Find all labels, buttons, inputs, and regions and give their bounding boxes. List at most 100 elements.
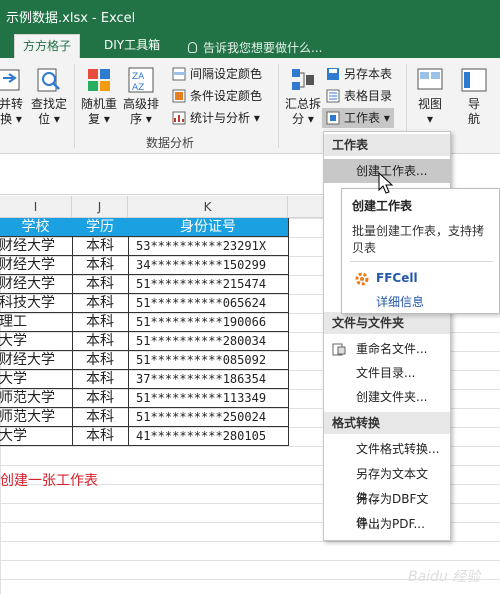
interval-color-button[interactable]: 间隔设定颜色: [172, 64, 262, 84]
column-header-k[interactable]: K: [128, 196, 288, 218]
save-as-book-button[interactable]: 另存本表: [326, 64, 392, 84]
header-id-number[interactable]: 身份证号: [128, 218, 289, 237]
tab-fangfang[interactable]: 方方格子: [14, 34, 81, 58]
cell-degree[interactable]: 本科: [72, 313, 129, 332]
find-locate-button[interactable]: 查找定 位 ▾: [28, 66, 70, 127]
view-icon: [417, 68, 443, 90]
section-worksheet: 工作表: [324, 134, 450, 156]
cell-degree[interactable]: 本科: [72, 408, 129, 427]
export-pdf-item[interactable]: 导出为PDF...: [324, 512, 450, 536]
tell-me-box[interactable]: 告诉我您想要做什么...: [188, 39, 322, 56]
cell-school[interactable]: 财经大学: [0, 275, 73, 294]
worksheet-menu-button[interactable]: 工作表 ▾: [322, 108, 394, 128]
cell-id-number[interactable]: 51**********250024: [128, 408, 289, 427]
random-repeat-label1: 随机重: [80, 97, 117, 111]
header-degree[interactable]: 学历: [72, 218, 129, 237]
cell-degree[interactable]: 本科: [72, 294, 129, 313]
column-header-j[interactable]: J: [72, 196, 128, 218]
cell-school[interactable]: 大学: [0, 427, 73, 446]
navigation-icon: [461, 68, 487, 92]
cell-degree[interactable]: 本科: [72, 237, 129, 256]
tab-diy-toolbox[interactable]: DIY工具箱: [96, 34, 168, 58]
cell-id-number[interactable]: 41**********280105: [128, 427, 289, 446]
rename-file-label: 重命名文件...: [356, 342, 428, 356]
cell-school[interactable]: 财经大学: [0, 351, 73, 370]
mouse-cursor-icon: [378, 172, 394, 194]
tooltip-description: 批量创建工作表，支持拷贝表: [352, 224, 485, 255]
cell-school[interactable]: 理工: [0, 313, 73, 332]
cell-school[interactable]: 大学: [0, 370, 73, 389]
sheet-directory-button[interactable]: 表格目录: [326, 86, 392, 106]
create-folder-item[interactable]: 创建文件夹...: [324, 385, 450, 409]
view-label2: ▾: [426, 112, 434, 126]
save-as-dbf-item[interactable]: 另存为DBF文件...: [324, 487, 450, 530]
cell-degree[interactable]: 本科: [72, 332, 129, 351]
svg-text:AZ: AZ: [132, 83, 144, 93]
save-as-book-label: 另存本表: [344, 67, 393, 81]
find-locate-label1: 查找定: [30, 97, 67, 111]
summarize-split-button[interactable]: 汇总拆 分 ▾: [282, 66, 324, 127]
file-format-convert-item[interactable]: 文件格式转换...: [324, 437, 450, 461]
tell-me-text: 告诉我您想要做什么...: [203, 41, 323, 55]
tooltip-title: 创建工作表: [352, 199, 413, 213]
cell-id-number[interactable]: 51**********113349: [128, 389, 289, 408]
cell-school[interactable]: 大学: [0, 332, 73, 351]
cell-degree[interactable]: 本科: [72, 370, 129, 389]
interval-color-label: 间隔设定颜色: [190, 67, 263, 81]
save-as-text-item[interactable]: 另存为文本文件...: [324, 462, 450, 505]
rename-icon: [332, 343, 346, 356]
ribbon-separator: [74, 64, 75, 148]
cell-degree[interactable]: 本科: [72, 256, 129, 275]
file-directory-item[interactable]: 文件目录...: [324, 361, 450, 385]
cell-school[interactable]: 科技大学: [0, 294, 73, 313]
random-repeat-button[interactable]: 随机重 复 ▾: [78, 66, 120, 127]
summarize-icon: [292, 69, 314, 90]
ffcell-gear-icon: [355, 272, 369, 286]
merge-convert-button[interactable]: 并转 换 ▾: [0, 66, 26, 127]
tooltip-more-info-link[interactable]: 详细信息: [376, 293, 424, 310]
cell-school[interactable]: 师范大学: [0, 389, 73, 408]
condition-color-icon: [172, 89, 186, 103]
cell-degree[interactable]: 本科: [72, 351, 129, 370]
note-text[interactable]: 创建一张工作表: [0, 470, 98, 490]
window-title: 示例数据.xlsx - Excel: [6, 11, 136, 26]
save-icon: [327, 68, 339, 80]
navigation-button[interactable]: 导 航: [456, 66, 492, 127]
cell-school[interactable]: 财经大学: [0, 237, 73, 256]
advanced-sort-button[interactable]: ZA AZ 高级排 序 ▾: [120, 66, 162, 127]
section-format-convert: 格式转换: [324, 412, 450, 434]
stats-analysis-button[interactable]: 统计与分析 ▾: [172, 108, 260, 128]
tooltip-brand: FFCell: [376, 271, 418, 285]
watermark: Baidu 经验: [408, 569, 481, 585]
cell-degree[interactable]: 本科: [72, 389, 129, 408]
cell-id-number[interactable]: 34**********150299: [128, 256, 289, 275]
condition-color-label: 条件设定颜色: [190, 89, 263, 103]
cell-id-number[interactable]: 37**********186354: [128, 370, 289, 389]
cell-degree[interactable]: 本科: [72, 427, 129, 446]
cell-id-number[interactable]: 51**********215474: [128, 275, 289, 294]
column-header-i[interactable]: I: [0, 196, 72, 218]
advanced-sort-label1: 高级排: [122, 97, 159, 111]
cell-id-number[interactable]: 51**********190066: [128, 313, 289, 332]
cell-degree[interactable]: 本科: [72, 275, 129, 294]
sheet-directory-label: 表格目录: [344, 89, 393, 103]
condition-color-button[interactable]: 条件设定颜色: [172, 86, 262, 106]
cell-id-number[interactable]: 51**********085092: [128, 351, 289, 370]
ribbon-separator: [278, 64, 279, 148]
navigation-label1: 导: [467, 97, 480, 111]
view-label1: 视图: [417, 97, 442, 111]
tooltip-divider: [350, 261, 493, 262]
header-school[interactable]: 学校: [0, 218, 73, 237]
cell-id-number[interactable]: 51**********280034: [128, 332, 289, 351]
rename-file-item[interactable]: 重命名文件...: [324, 337, 450, 361]
find-icon: [37, 68, 60, 92]
cell-id-number[interactable]: 51**********065624: [128, 294, 289, 313]
advanced-sort-label2: 序 ▾: [130, 112, 152, 126]
cell-school[interactable]: 财经大学: [0, 256, 73, 275]
view-button[interactable]: 视图 ▾: [412, 66, 448, 127]
stats-analysis-label: 统计与分析 ▾: [190, 111, 260, 125]
cell-school[interactable]: 师范大学: [0, 408, 73, 427]
ribbon-tab-row: 方方格子 DIY工具箱 告诉我您想要做什么...: [0, 32, 500, 58]
stats-icon: [172, 111, 186, 125]
cell-id-number[interactable]: 53**********23291X: [128, 237, 289, 256]
